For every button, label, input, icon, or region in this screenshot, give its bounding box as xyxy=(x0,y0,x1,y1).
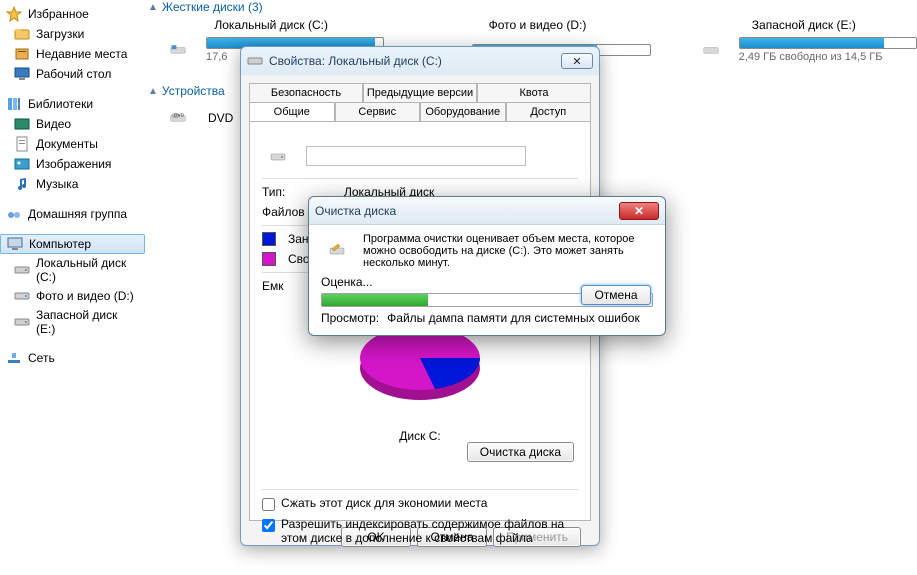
label: Рабочий стол xyxy=(36,67,111,81)
collapse-icon: ▲ xyxy=(148,2,158,13)
drive-icon xyxy=(14,262,30,278)
label: Домашняя группа xyxy=(28,207,127,221)
drive-name: Локальный диск (C:) xyxy=(158,18,384,32)
collapse-icon: ▲ xyxy=(148,86,158,97)
scan-label: Просмотр: xyxy=(321,311,379,325)
tab-prev-versions[interactable]: Предыдущие версии xyxy=(363,83,477,102)
star-icon xyxy=(6,6,22,22)
sidebar-drive-e[interactable]: Запасной диск (E:) xyxy=(0,306,145,338)
drive-icon xyxy=(14,288,30,304)
dvd-label: DVD xyxy=(208,111,233,125)
close-button[interactable]: ✕ xyxy=(561,53,593,69)
disk-caption: Диск C: xyxy=(262,429,578,443)
sidebar-libraries[interactable]: Библиотеки xyxy=(0,94,145,114)
sidebar-pictures[interactable]: Изображения xyxy=(0,154,145,174)
homegroup-icon xyxy=(6,206,22,222)
drive-icon xyxy=(247,53,263,69)
label: Сеть xyxy=(28,351,55,365)
label: Документы xyxy=(36,137,98,151)
tab-row-1: Безопасность Предыдущие версии Квота xyxy=(249,83,591,102)
cleanup-message: Программа очистки оценивает объем места,… xyxy=(363,233,653,269)
compress-checkbox-row[interactable]: Сжать этот диск для экономии места xyxy=(262,496,578,511)
hdd-section-header[interactable]: ▲Жесткие диски (3) xyxy=(148,0,917,18)
sidebar-homegroup[interactable]: Домашняя группа xyxy=(0,204,145,224)
label: Локальный диск (C:) xyxy=(36,256,139,284)
nav-sidebar: Избранное Загрузки Недавние места Рабочи… xyxy=(0,0,145,575)
network-icon xyxy=(6,350,22,366)
used-label: Зан xyxy=(288,232,309,246)
video-icon xyxy=(14,116,30,132)
cleanup-icon xyxy=(321,233,353,265)
label: Избранное xyxy=(28,7,89,21)
drive-sub: 2,49 ГБ свободно из 14,5 ГБ xyxy=(739,51,917,63)
tab-general[interactable]: Общие xyxy=(249,102,335,121)
drive-large-icon xyxy=(262,140,294,172)
tab-sharing[interactable]: Доступ xyxy=(506,102,592,121)
tab-quota[interactable]: Квота xyxy=(477,83,591,102)
free-label: Сво xyxy=(288,252,310,266)
label: Загрузки xyxy=(36,27,84,41)
music-icon xyxy=(14,176,30,192)
dialog-title: Свойства: Локальный диск (C:) xyxy=(269,54,555,68)
drive-e[interactable]: Запасной диск (E:) 2,49 ГБ свободно из 1… xyxy=(691,18,917,66)
sidebar-favorites[interactable]: Избранное xyxy=(0,4,145,24)
tab-tools[interactable]: Сервис xyxy=(335,102,421,121)
label: Недавние места xyxy=(36,47,127,61)
index-checkbox-row[interactable]: Разрешить индексировать содержимое файло… xyxy=(262,517,578,545)
sidebar-music[interactable]: Музыка xyxy=(0,174,145,194)
hdd-icon xyxy=(158,34,198,66)
hdd-icon xyxy=(691,34,731,66)
libraries-icon xyxy=(6,96,22,112)
sidebar-drive-d[interactable]: Фото и видео (D:) xyxy=(0,286,145,306)
disk-cleanup-button[interactable]: Очистка диска xyxy=(467,442,574,462)
sidebar-videos[interactable]: Видео xyxy=(0,114,145,134)
documents-icon xyxy=(14,136,30,152)
scan-value: Файлы дампа памяти для системных ошибок xyxy=(387,311,640,325)
label: Компьютер xyxy=(29,237,91,251)
computer-icon xyxy=(7,236,23,252)
close-button[interactable]: ✕ xyxy=(619,202,659,220)
dvd-icon: DVD xyxy=(158,102,198,134)
svg-text:DVD: DVD xyxy=(174,112,185,118)
tab-row-2: Общие Сервис Оборудование Доступ xyxy=(249,102,591,121)
disk-cleanup-dialog: Очистка диска ✕ Программа очистки оценив… xyxy=(308,196,666,336)
sidebar-drive-c[interactable]: Локальный диск (C:) xyxy=(0,254,145,286)
usage-bar xyxy=(739,37,917,49)
desktop-icon xyxy=(14,66,30,82)
label: Видео xyxy=(36,117,71,131)
used-legend-icon xyxy=(262,232,276,246)
label: Музыка xyxy=(36,177,78,191)
recent-icon xyxy=(14,46,30,62)
drive-name: Запасной диск (E:) xyxy=(691,18,917,32)
label: Запасной диск (E:) xyxy=(36,308,139,336)
sidebar-network[interactable]: Сеть xyxy=(0,348,145,368)
sidebar-documents[interactable]: Документы xyxy=(0,134,145,154)
free-legend-icon xyxy=(262,252,276,266)
titlebar[interactable]: Очистка диска ✕ xyxy=(309,197,665,225)
drive-label-input[interactable] xyxy=(306,146,526,166)
drive-name: Фото и видео (D:) xyxy=(424,18,650,32)
compress-checkbox[interactable] xyxy=(262,498,275,511)
label: Библиотеки xyxy=(28,97,93,111)
tab-hardware[interactable]: Оборудование xyxy=(420,102,506,121)
sidebar-computer[interactable]: Компьютер xyxy=(0,234,145,254)
label: Изображения xyxy=(36,157,111,171)
folder-icon xyxy=(14,26,30,42)
sidebar-downloads[interactable]: Загрузки xyxy=(0,24,145,44)
cancel-button[interactable]: Отмена xyxy=(581,285,651,305)
titlebar[interactable]: Свойства: Локальный диск (C:) ✕ xyxy=(241,47,599,75)
dialog-title: Очистка диска xyxy=(315,204,613,218)
index-checkbox[interactable] xyxy=(262,519,275,532)
label: Фото и видео (D:) xyxy=(36,289,134,303)
drive-icon xyxy=(14,314,30,330)
pictures-icon xyxy=(14,156,30,172)
sidebar-desktop[interactable]: Рабочий стол xyxy=(0,64,145,84)
sidebar-recent[interactable]: Недавние места xyxy=(0,44,145,64)
tab-security[interactable]: Безопасность xyxy=(249,83,363,102)
